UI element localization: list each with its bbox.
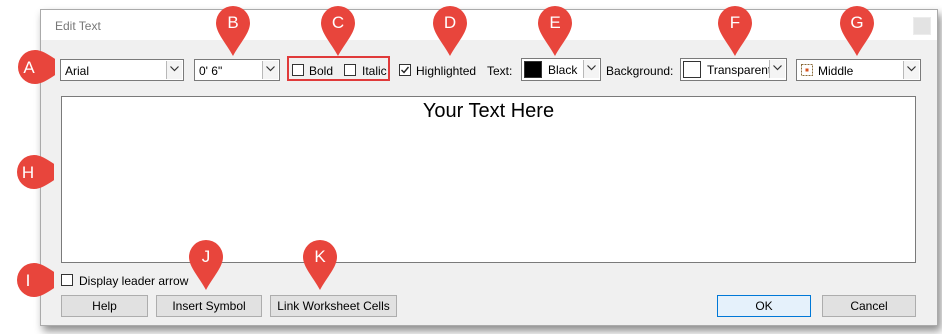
callout-g: G xyxy=(837,3,877,57)
highlighted-checkbox[interactable] xyxy=(399,64,411,76)
callout-d-label: D xyxy=(443,13,457,32)
editor-content[interactable]: Your Text Here xyxy=(62,100,915,123)
text-color-label: Text: xyxy=(487,64,513,78)
callout-h: H xyxy=(14,152,54,206)
callout-j: J xyxy=(186,237,226,291)
title-bar: Edit Text xyxy=(41,10,937,40)
ok-button[interactable]: OK xyxy=(717,295,811,317)
callout-i: I xyxy=(14,260,54,314)
callout-f-label: F xyxy=(729,13,741,32)
insert-symbol-button[interactable]: Insert Symbol xyxy=(156,295,262,317)
size-value: 0' 6" xyxy=(199,64,223,78)
middle-align-icon xyxy=(801,64,813,76)
bold-label[interactable]: Bold xyxy=(309,64,333,78)
alignment-dropdown-arrow[interactable] xyxy=(903,61,919,79)
callout-d: D xyxy=(430,3,470,57)
callout-c: C xyxy=(318,3,358,57)
callout-b-label: B xyxy=(227,13,239,32)
callout-k-label: K xyxy=(314,247,326,266)
chevron-down-icon xyxy=(907,66,916,72)
link-worksheet-cells-button[interactable]: Link Worksheet Cells xyxy=(270,295,397,317)
callout-a-label: A xyxy=(23,58,35,77)
bold-checkbox[interactable] xyxy=(292,64,304,76)
leader-arrow-label[interactable]: Display leader arrow xyxy=(79,274,188,288)
size-select[interactable]: 0' 6" xyxy=(194,59,280,81)
background-color-value: Transparent xyxy=(707,63,772,77)
text-color-dropdown-arrow[interactable] xyxy=(583,60,599,78)
font-dropdown-arrow[interactable] xyxy=(166,61,182,79)
callout-i-label: I xyxy=(25,271,31,290)
dialog-title: Edit Text xyxy=(55,19,101,33)
highlighted-label[interactable]: Highlighted xyxy=(416,64,476,78)
callout-e: E xyxy=(535,3,575,57)
italic-checkbox[interactable] xyxy=(344,64,356,76)
callout-c-label: C xyxy=(331,13,345,32)
background-dropdown-arrow[interactable] xyxy=(769,60,785,78)
italic-label[interactable]: Italic xyxy=(362,64,387,78)
background-color-select[interactable]: Transparent xyxy=(680,58,787,81)
font-value: Arial xyxy=(65,64,90,78)
callout-a: A xyxy=(15,47,55,101)
chevron-down-icon xyxy=(773,65,782,71)
background-color-swatch xyxy=(683,61,701,78)
text-color-select[interactable]: Black xyxy=(521,58,601,81)
help-button[interactable]: Help xyxy=(61,295,148,317)
edit-text-dialog: Edit Text Arial 0' 6" Bold Italic Highli… xyxy=(40,9,938,326)
chevron-down-icon xyxy=(587,65,596,71)
cancel-button[interactable]: Cancel xyxy=(822,295,916,317)
callout-g-label: G xyxy=(850,13,864,32)
check-icon xyxy=(401,66,410,74)
callout-f: F xyxy=(715,3,755,57)
font-select[interactable]: Arial xyxy=(60,59,184,81)
callout-b: B xyxy=(213,3,253,57)
chevron-down-icon xyxy=(170,66,179,72)
size-dropdown-arrow[interactable] xyxy=(262,61,278,79)
callout-h-label: H xyxy=(21,163,35,182)
text-color-value: Black xyxy=(548,63,578,77)
callout-e-label: E xyxy=(549,13,561,32)
text-color-swatch xyxy=(524,61,542,78)
callout-k: K xyxy=(300,237,340,291)
leader-arrow-checkbox[interactable] xyxy=(61,274,73,286)
alignment-value: Middle xyxy=(818,64,854,78)
background-label: Background: xyxy=(606,64,674,78)
callout-j-label: J xyxy=(201,247,211,266)
alignment-select[interactable]: Middle xyxy=(796,59,921,81)
chevron-down-icon xyxy=(266,66,275,72)
close-button[interactable] xyxy=(913,17,931,35)
